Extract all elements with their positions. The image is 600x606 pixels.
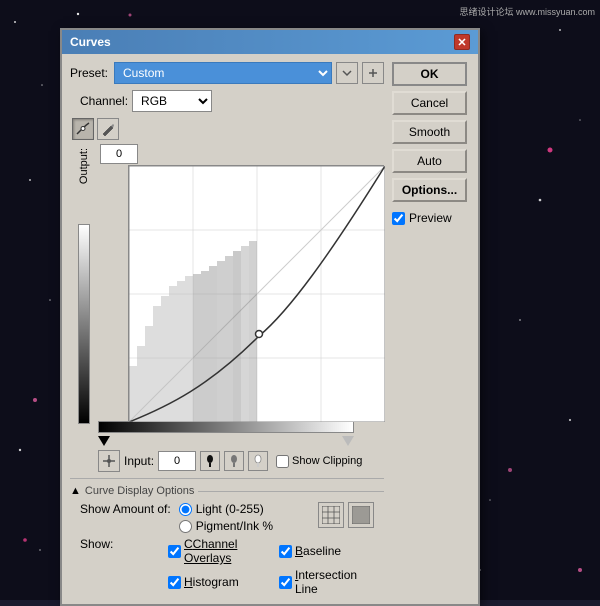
title-bar: Curves ✕ xyxy=(62,30,478,54)
preview-checkbox[interactable] xyxy=(392,212,405,225)
input-slider[interactable] xyxy=(98,434,354,448)
input-value-input[interactable] xyxy=(158,451,196,471)
section-line xyxy=(198,491,384,492)
adjust-curves-button[interactable] xyxy=(98,450,120,472)
radio-light[interactable] xyxy=(179,503,192,516)
preset-load-button[interactable] xyxy=(336,62,358,84)
white-point-eyedropper[interactable] xyxy=(248,451,268,471)
curve-display[interactable] xyxy=(128,165,384,421)
radio-light-label: Light (0-255) xyxy=(196,502,264,516)
channel-label: Channel: xyxy=(80,94,128,108)
channel-row: Channel: RGB Red Green Blue xyxy=(70,90,384,112)
show-checkboxes: CChannel Overlays Baseline Histogram xyxy=(168,537,374,596)
close-button[interactable]: ✕ xyxy=(454,34,470,50)
preset-save-button[interactable] xyxy=(362,62,384,84)
channel-overlays-checkbox[interactable] xyxy=(168,545,181,558)
cancel-button[interactable]: Cancel xyxy=(392,91,467,115)
right-panel: OK Cancel Smooth Auto Options... Preview xyxy=(392,62,470,596)
show-amount-label: Show Amount of: xyxy=(80,502,171,516)
preview-row: Preview xyxy=(392,211,470,225)
preset-row: Preset: Custom xyxy=(70,62,384,84)
radio-pigment-row: Pigment/Ink % xyxy=(179,519,273,533)
show-clipping-label: Show Clipping xyxy=(292,455,362,467)
radio-pigment-label: Pigment/Ink % xyxy=(196,519,273,533)
intersection-line-label: Intersection Line xyxy=(295,568,374,596)
gray-point-eyedropper[interactable] xyxy=(224,451,244,471)
output-value-area xyxy=(98,144,384,164)
baseline-label: Baseline xyxy=(295,544,341,558)
vertical-gradient xyxy=(78,224,90,424)
grid-10x10-button[interactable] xyxy=(348,502,374,528)
curve-tools xyxy=(70,118,384,140)
channel-overlays-label: CChannel Overlays xyxy=(184,537,263,565)
radio-group: Light (0-255) Pigment/Ink % xyxy=(179,502,273,533)
preset-select[interactable]: Custom xyxy=(114,62,332,84)
bottom-controls-row: Input: xyxy=(70,450,384,472)
histogram-checkbox[interactable] xyxy=(168,576,181,589)
baseline-checkbox[interactable] xyxy=(279,545,292,558)
dialog-body: Preset: Custom Channel: RGB Red Green xyxy=(62,54,478,604)
histogram-label: Histogram xyxy=(184,575,239,589)
dialog-title: Curves xyxy=(70,35,111,49)
grid-buttons xyxy=(318,502,374,528)
output-value-input[interactable] xyxy=(100,144,138,164)
watermark-text: 思绪设计论坛 www.missyuan.com xyxy=(459,5,595,18)
collapse-toggle[interactable]: ▲ xyxy=(70,485,81,497)
show-clipping-checkbox[interactable] xyxy=(276,455,289,468)
intersection-line-item: Intersection Line xyxy=(279,568,374,596)
curve-display-options-section: ▲ Curve Display Options Show Amount of: … xyxy=(70,478,384,596)
histogram-item: Histogram xyxy=(168,568,263,596)
curve-container: Output: xyxy=(70,144,384,448)
preset-label: Preset: xyxy=(70,66,108,80)
curve-display-options-label: Curve Display Options xyxy=(85,485,194,497)
show-amount-row: Show Amount of: Light (0-255) Pigment/In… xyxy=(70,502,384,533)
input-label: Input: xyxy=(124,454,154,468)
baseline-item: Baseline xyxy=(279,537,374,565)
channel-overlays-item: CChannel Overlays xyxy=(168,537,263,565)
channel-select[interactable]: RGB Red Green Blue xyxy=(132,90,212,112)
options-button[interactable]: Options... xyxy=(392,178,467,202)
preview-label: Preview xyxy=(409,211,452,225)
smooth-button[interactable]: Smooth xyxy=(392,120,467,144)
show-label: Show: xyxy=(80,537,160,551)
curves-dialog: Curves ✕ Preset: Custom Ch xyxy=(60,28,480,606)
auto-button[interactable]: Auto xyxy=(392,149,467,173)
left-panel: Preset: Custom Channel: RGB Red Green xyxy=(70,62,384,596)
black-point-eyedropper[interactable] xyxy=(200,451,220,471)
ok-button[interactable]: OK xyxy=(392,62,467,86)
vertical-axis: Output: xyxy=(70,144,98,424)
radio-light-row: Light (0-255) xyxy=(179,502,273,516)
intersection-line-checkbox[interactable] xyxy=(279,576,292,589)
pencil-tool[interactable] xyxy=(97,118,119,140)
curve-right xyxy=(98,144,384,448)
grid-4x4-button[interactable] xyxy=(318,502,344,528)
show-clipping-row: Show Clipping xyxy=(276,455,362,468)
output-label: Output: xyxy=(78,148,90,184)
show-row: Show: CChannel Overlays Baseline Hist xyxy=(70,537,384,596)
radio-pigment[interactable] xyxy=(179,520,192,533)
horizontal-gradient xyxy=(98,421,354,433)
curve-display-options-header: ▲ Curve Display Options xyxy=(70,485,384,497)
curve-point-tool[interactable] xyxy=(72,118,94,140)
